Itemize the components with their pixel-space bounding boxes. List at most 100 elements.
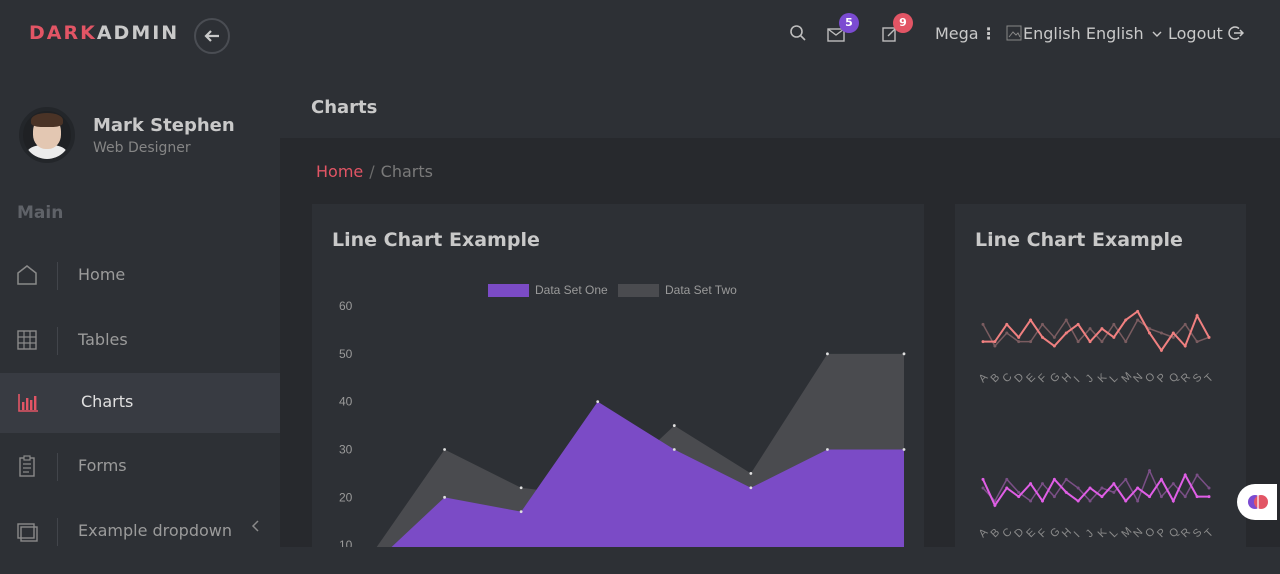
sidebar-item-label: Charts — [81, 392, 134, 411]
x-tick-label: T — [1203, 527, 1216, 540]
avatar[interactable] — [19, 107, 75, 163]
data-point — [749, 486, 753, 490]
x-tick-label: E — [1024, 371, 1038, 385]
data-point — [1159, 477, 1163, 481]
data-point — [1159, 331, 1163, 335]
sidebar-section-label: Main — [17, 203, 64, 223]
data-point — [1017, 340, 1021, 344]
x-tick-label: J — [1084, 528, 1096, 540]
sparkline-chart-2: ABCDEFGHI J KL MNOPQRST — [977, 468, 1216, 540]
language-label: English English — [1023, 24, 1144, 43]
mega-menu-button[interactable]: Mega ⋮ — [935, 24, 997, 43]
y-tick-label: 30 — [339, 443, 353, 457]
sidebar-item-charts[interactable]: Charts — [0, 373, 280, 433]
chevron-down-icon — [1152, 31, 1162, 37]
data-point — [981, 477, 985, 481]
y-tick-label: 10 — [339, 538, 353, 547]
sidebar-item-label: Forms — [78, 456, 127, 475]
messages-badge: 5 — [839, 13, 859, 33]
data-point — [749, 472, 753, 475]
data-point — [596, 400, 600, 404]
data-point — [1207, 495, 1211, 499]
data-point — [1100, 495, 1104, 499]
data-point — [1195, 495, 1199, 499]
data-point — [1052, 335, 1056, 339]
data-point — [1052, 495, 1056, 499]
breadcrumb-separator: / — [369, 162, 375, 181]
data-point — [1124, 499, 1128, 503]
data-point — [1148, 331, 1152, 335]
data-point — [1183, 473, 1187, 477]
data-point — [1017, 335, 1021, 339]
x-tick-label: S — [1191, 526, 1205, 540]
x-tick-label: B — [989, 371, 1003, 385]
line-series-1 — [983, 309, 1210, 353]
sidebar-item-example-dropdown[interactable]: Example dropdown — [0, 502, 280, 562]
data-point — [1124, 318, 1128, 322]
data-point — [1195, 314, 1199, 318]
data-point — [519, 510, 523, 514]
logout-button[interactable]: Logout — [1168, 24, 1244, 43]
data-point — [826, 352, 829, 356]
y-tick-label: 60 — [339, 299, 353, 313]
data-point — [1088, 327, 1092, 331]
x-tick-label: J — [1084, 373, 1096, 385]
data-point — [902, 352, 906, 356]
data-point — [993, 340, 997, 344]
data-point — [1207, 335, 1211, 339]
data-point — [1029, 318, 1033, 322]
line-chart-card-2: Line Chart Example ABCDEFGHIJKLMNOPQRST … — [955, 204, 1246, 547]
data-point — [1064, 318, 1068, 322]
data-point — [1076, 486, 1080, 490]
data-point — [1076, 499, 1080, 503]
data-point — [1100, 327, 1104, 331]
breadcrumb: Home / Charts — [316, 162, 433, 181]
line-chart-card-1: Line Chart Example Data Set One Data Set … — [312, 204, 924, 547]
data-point — [1124, 477, 1128, 481]
nav-divider — [57, 518, 58, 546]
x-tick-label: B — [989, 526, 1003, 540]
area-chart: Data Set One Data Set Two 60 50 40 30 20 10 — [339, 283, 906, 547]
legend-label-2: Data Set Two — [665, 283, 737, 297]
sign-out-icon — [1228, 26, 1244, 40]
data-point — [1064, 477, 1068, 481]
broken-image-icon — [1006, 25, 1022, 41]
data-point — [1195, 340, 1199, 344]
brand-part-1: DARK — [29, 22, 97, 44]
data-point — [1171, 331, 1175, 335]
data-point — [1017, 490, 1021, 494]
sidebar-item-tables[interactable]: Tables — [0, 311, 280, 371]
data-point — [993, 344, 997, 348]
more-vertical-icon: ⋮ — [980, 24, 997, 43]
data-point — [1040, 482, 1044, 486]
mega-menu-label: Mega — [935, 24, 979, 43]
sidebar-item-forms[interactable]: Forms — [0, 437, 280, 497]
data-point — [1112, 490, 1116, 494]
y-tick-label: 20 — [339, 490, 353, 504]
data-point — [1112, 482, 1116, 486]
data-point — [1159, 348, 1163, 352]
data-point — [1064, 331, 1068, 335]
x-tick-label: L — [1107, 372, 1120, 385]
language-dropdown[interactable]: English English — [1006, 24, 1162, 43]
data-point — [1029, 482, 1033, 486]
sidebar-toggle-button[interactable] — [194, 18, 230, 54]
data-point — [981, 322, 985, 326]
assistant-fab-button[interactable] — [1237, 484, 1277, 520]
data-point — [1029, 499, 1033, 503]
brand-logo[interactable]: DARKADMIN — [29, 22, 179, 44]
user-name: Mark Stephen — [93, 115, 235, 136]
data-point — [1183, 344, 1187, 348]
data-point — [902, 448, 906, 451]
tasks-badge: 9 — [893, 13, 913, 33]
breadcrumb-home-link[interactable]: Home — [316, 162, 363, 181]
data-point — [981, 340, 985, 344]
sidebar-item-home[interactable]: Home — [0, 246, 280, 306]
data-point — [1088, 486, 1092, 490]
data-point — [1195, 473, 1199, 477]
home-icon — [17, 265, 37, 285]
data-point — [1171, 482, 1175, 486]
data-point — [1040, 322, 1044, 326]
search-button[interactable] — [789, 24, 807, 46]
nav-divider — [57, 453, 58, 481]
